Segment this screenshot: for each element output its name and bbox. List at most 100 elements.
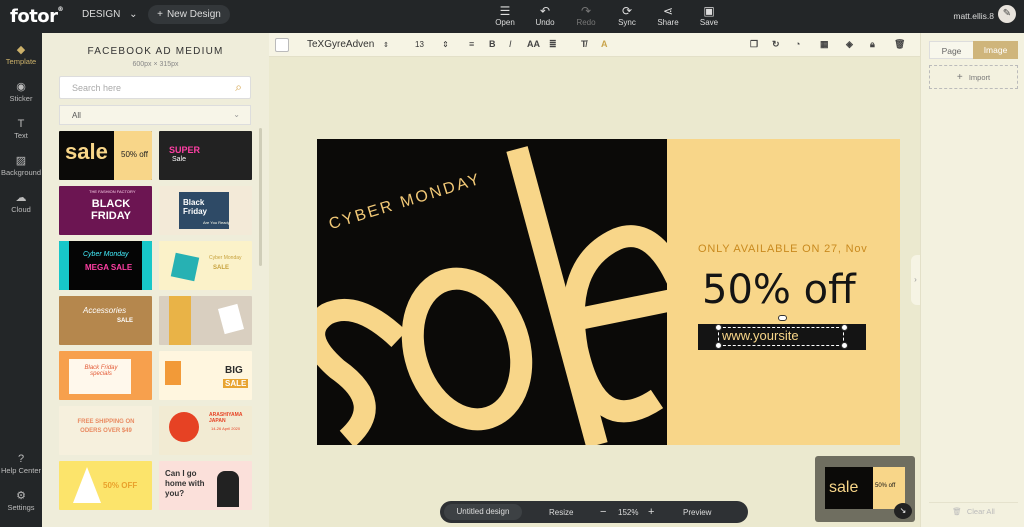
fotor-logo[interactable]: fotor® bbox=[10, 6, 64, 27]
zoom-out-icon[interactable]: − bbox=[600, 506, 606, 518]
template-icon: ◆ bbox=[16, 44, 26, 56]
case-icon[interactable]: AA bbox=[527, 39, 540, 49]
preview-button[interactable]: Preview bbox=[683, 508, 711, 517]
rail-item-help[interactable]: ? Help Center bbox=[0, 452, 42, 475]
template-thumb[interactable]: FREE SHIPPING ON ODERS OVER $49 bbox=[59, 406, 152, 455]
layers-icon[interactable]: ◈ bbox=[846, 39, 853, 50]
lock-icon[interactable]: 🔒︎ bbox=[870, 39, 875, 50]
template-thumb[interactable]: ARASHIYAMA JAPAN 14-26 April 2020 bbox=[159, 406, 252, 455]
rotate-icon[interactable]: ↻ bbox=[772, 39, 780, 50]
collapse-right-panel[interactable]: › bbox=[911, 255, 920, 305]
panel-subtitle: 600px × 315px bbox=[132, 61, 179, 68]
template-thumb[interactable]: Black Friday specials bbox=[59, 351, 152, 400]
zoom-level: 152% bbox=[618, 508, 639, 517]
import-button[interactable]: + Import bbox=[929, 65, 1018, 89]
color-swatch[interactable] bbox=[275, 38, 289, 52]
username[interactable]: matt.ellis.8 bbox=[953, 11, 994, 21]
category-select[interactable]: All ⌄ bbox=[59, 105, 251, 125]
feather-icon: ✎ bbox=[1002, 8, 1012, 19]
redo-button[interactable]: ↷ Redo bbox=[568, 4, 604, 27]
rotate-handle[interactable] bbox=[778, 315, 787, 321]
left-rail: ◆ Template ◉ Sticker T Text ▨ Background… bbox=[0, 33, 42, 527]
rail-item-settings[interactable]: ⚙ Settings bbox=[0, 489, 42, 512]
template-thumb[interactable]: Cyber Monday MEGA SALE bbox=[59, 241, 152, 290]
chevron-right-icon: › bbox=[914, 275, 917, 284]
zoom-in-icon[interactable]: + bbox=[648, 506, 654, 518]
template-thumb[interactable]: Accessories SALE bbox=[59, 296, 152, 345]
clear-all-button[interactable]: 🗑︎ Clear All bbox=[929, 502, 1018, 520]
background-icon: ▨ bbox=[15, 155, 27, 167]
bottom-bar: Untitled design Resize − 152% + Preview bbox=[440, 501, 748, 523]
cloud-icon: ☁ bbox=[15, 192, 27, 204]
text-effect-icon[interactable]: A bbox=[601, 39, 608, 49]
collapse-minimap-icon[interactable]: ↘ bbox=[894, 503, 912, 519]
template-thumb[interactable]: Can I go home with you? bbox=[159, 461, 252, 510]
design-label: DESIGN bbox=[82, 9, 121, 20]
sync-button[interactable]: ⟳ Sync bbox=[609, 4, 645, 27]
undo-icon: ↶ bbox=[539, 4, 551, 18]
rail-item-text[interactable]: T Text bbox=[0, 117, 42, 140]
rail-item-background[interactable]: ▨ Background bbox=[0, 154, 42, 177]
copy-icon[interactable]: ❐ bbox=[750, 39, 758, 50]
help-icon: ? bbox=[17, 453, 25, 465]
bold-icon[interactable]: B bbox=[489, 39, 496, 49]
design-dropdown[interactable]: DESIGN ⌄ bbox=[82, 9, 138, 20]
resize-handle[interactable] bbox=[715, 342, 722, 349]
resize-button[interactable]: Resize bbox=[549, 508, 573, 517]
share-button[interactable]: ⋖ Share bbox=[650, 4, 686, 27]
font-size-select[interactable]: 13 ⇕ bbox=[415, 40, 449, 49]
save-button[interactable]: ▣ Save bbox=[691, 4, 727, 27]
tab-page[interactable]: Page bbox=[929, 41, 974, 59]
plus-icon: + bbox=[956, 72, 963, 83]
save-icon: ▣ bbox=[703, 4, 715, 18]
template-thumb[interactable]: THE FASHION FACTORY BLACK FRIDAY bbox=[59, 186, 152, 235]
minimap-offer-text: 50% off bbox=[875, 483, 896, 489]
search-icon[interactable]: ⌕ bbox=[235, 80, 242, 95]
rail-item-template[interactable]: ◆ Template bbox=[0, 43, 42, 66]
resize-handle[interactable] bbox=[841, 324, 848, 331]
top-bar: fotor® DESIGN ⌄ + New Design ☰ Open ↶ Un… bbox=[0, 0, 1024, 33]
search-input[interactable] bbox=[60, 77, 220, 98]
resize-handle[interactable] bbox=[715, 324, 722, 331]
template-thumb[interactable]: BIG SALE bbox=[159, 351, 252, 400]
rail-item-sticker[interactable]: ◉ Sticker bbox=[0, 80, 42, 103]
undo-button[interactable]: ↶ Undo bbox=[527, 4, 563, 27]
url-text[interactable]: www.yoursite bbox=[722, 328, 799, 343]
avatar[interactable]: ✎ bbox=[998, 5, 1016, 23]
redo-icon: ↷ bbox=[580, 4, 592, 18]
minimap[interactable]: sale 50% off ↘ bbox=[815, 456, 915, 522]
open-button[interactable]: ☰ Open bbox=[487, 4, 523, 27]
italic-icon[interactable]: I bbox=[509, 39, 512, 49]
rail-item-cloud[interactable]: ☁ Cloud bbox=[0, 191, 42, 214]
tab-image[interactable]: Image bbox=[973, 41, 1018, 59]
clear-format-icon[interactable]: T̸ bbox=[581, 39, 587, 49]
spacing-icon[interactable]: ≣ bbox=[549, 39, 557, 50]
share-icon: ⋖ bbox=[662, 4, 674, 18]
shape-icon[interactable]: ◔ bbox=[795, 39, 800, 49]
chevron-down-icon: ⌄ bbox=[233, 110, 240, 119]
template-thumb[interactable]: Black Friday Are You Ready bbox=[159, 186, 252, 235]
trash-icon[interactable]: 🗑︎ bbox=[894, 39, 905, 50]
template-thumb[interactable]: SUPER Sale bbox=[159, 131, 252, 180]
template-thumb[interactable]: sale 50% off bbox=[59, 131, 152, 180]
font-family-select[interactable]: TeXGyreAdven ⇕ bbox=[307, 39, 389, 50]
new-design-button[interactable]: + New Design bbox=[148, 5, 230, 24]
sync-icon: ⟳ bbox=[621, 4, 633, 18]
text-toolbar: TeXGyreAdven ⇕ 13 ⇕ ≡ B I AA ≣ T̸ A ❐ ↻ … bbox=[269, 33, 920, 57]
template-thumb[interactable]: 50% OFF bbox=[59, 461, 152, 510]
template-thumb[interactable] bbox=[159, 296, 252, 345]
availability-text[interactable]: ONLY AVAILABLE ON 27, Nov bbox=[698, 243, 868, 255]
discount-text[interactable]: 50% off bbox=[702, 267, 856, 313]
design-name[interactable]: Untitled design bbox=[444, 504, 522, 520]
url-box[interactable]: www.yoursite bbox=[698, 315, 866, 350]
chevron-down-icon: ⌄ bbox=[129, 9, 138, 20]
align-icon[interactable]: ≡ bbox=[469, 39, 474, 49]
panel-scrollbar[interactable] bbox=[259, 128, 262, 266]
transparency-icon[interactable]: ▦ bbox=[820, 39, 829, 50]
search-box: ⌕ bbox=[59, 76, 251, 99]
design-canvas[interactable]: CYBER MONDAY ONLY AVAILABLE ON 27, Nov 5… bbox=[317, 139, 900, 445]
right-panel: Page Image + Import 🗑︎ Clear All bbox=[920, 33, 1024, 527]
minimap-preview: sale 50% off bbox=[825, 467, 905, 509]
template-thumb[interactable]: Cyber Monday SALE bbox=[159, 241, 252, 290]
resize-handle[interactable] bbox=[841, 342, 848, 349]
